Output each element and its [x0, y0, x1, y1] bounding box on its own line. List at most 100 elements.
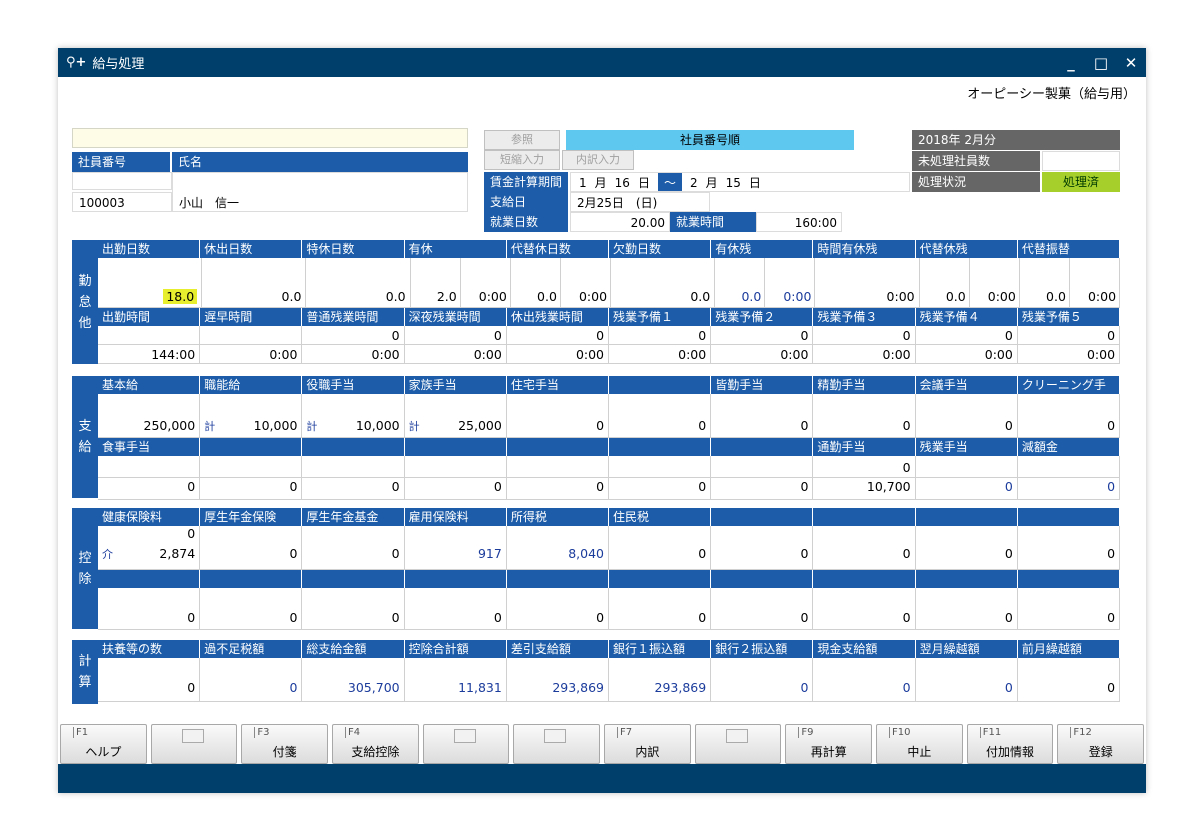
- short-input-button[interactable]: 短縮入力: [484, 150, 560, 170]
- value-cell[interactable]: 144:00: [98, 345, 201, 364]
- value-cell[interactable]: 0: [915, 658, 1018, 702]
- maximize-button[interactable]: □: [1086, 54, 1116, 72]
- value-cell[interactable]: 0: [1017, 588, 1121, 630]
- value-cell[interactable]: 0: [813, 456, 916, 478]
- value-cell[interactable]: 0: [506, 588, 610, 630]
- value-cell[interactable]: 0: [404, 326, 507, 345]
- value-cell[interactable]: 2,874 介 0: [98, 526, 201, 570]
- value-cell[interactable]: 0: [302, 526, 405, 570]
- value-cell[interactable]: 0:00: [1017, 345, 1121, 364]
- fkey-button-blank[interactable]: [422, 724, 510, 764]
- value-cell[interactable]: 0: [1017, 526, 1121, 570]
- value-cell[interactable]: 0: [98, 588, 201, 630]
- value-cell[interactable]: [609, 456, 712, 478]
- value-cell[interactable]: 0:00: [506, 345, 610, 364]
- value-cell[interactable]: 0:00: [200, 345, 303, 364]
- value-cell[interactable]: 0.0 0:00: [1019, 258, 1121, 308]
- value-cell[interactable]: 0: [1017, 394, 1121, 438]
- value-cell[interactable]: 0:00: [609, 345, 712, 364]
- value-cell[interactable]: 0.0: [202, 258, 307, 308]
- minimize-button[interactable]: _: [1056, 54, 1086, 72]
- value-cell[interactable]: [404, 456, 507, 478]
- work-days-value[interactable]: 20.00: [570, 212, 670, 232]
- value-cell[interactable]: 0: [609, 326, 712, 345]
- value-cell[interactable]: 0: [915, 326, 1018, 345]
- value-cell[interactable]: [98, 326, 201, 345]
- value-cell[interactable]: 0: [98, 658, 201, 702]
- work-hours-value[interactable]: 160:00: [756, 212, 842, 232]
- value-cell[interactable]: 0:00: [302, 345, 405, 364]
- value-cell[interactable]: 10,000 計: [302, 394, 405, 438]
- value-cell[interactable]: [1017, 456, 1121, 478]
- value-cell[interactable]: 8,040: [506, 526, 610, 570]
- value-cell[interactable]: 293,869: [609, 658, 712, 702]
- value-cell[interactable]: 0: [915, 478, 1018, 500]
- value-cell[interactable]: 0: [711, 326, 814, 345]
- value-cell[interactable]: 250,000: [98, 394, 201, 438]
- pay-date-value[interactable]: 2月25日 (日): [570, 192, 710, 212]
- detail-input-button[interactable]: 内訳入力: [562, 150, 634, 170]
- value-cell[interactable]: 0: [404, 588, 507, 630]
- value-cell[interactable]: 0.0 0:00: [715, 258, 816, 308]
- value-cell[interactable]: 0: [302, 478, 405, 500]
- value-cell[interactable]: 293,869: [506, 658, 610, 702]
- value-cell[interactable]: 0: [813, 394, 916, 438]
- value-cell[interactable]: [915, 456, 1018, 478]
- value-cell[interactable]: 0: [200, 478, 303, 500]
- fkey-button-f12[interactable]: F12 登録: [1057, 724, 1145, 764]
- value-cell[interactable]: [506, 456, 610, 478]
- value-cell[interactable]: 0: [404, 478, 507, 500]
- value-cell[interactable]: 0.0 0:00: [510, 258, 612, 308]
- value-cell[interactable]: 0: [1017, 478, 1121, 500]
- value-cell[interactable]: 0:00: [915, 345, 1018, 364]
- value-cell[interactable]: 10,700: [813, 478, 916, 500]
- fkey-button-f9[interactable]: F9 再計算: [785, 724, 873, 764]
- value-cell[interactable]: 0: [711, 588, 814, 630]
- value-cell[interactable]: [200, 326, 303, 345]
- value-cell[interactable]: 0:00: [404, 345, 507, 364]
- value-cell[interactable]: 0:00: [711, 345, 814, 364]
- value-cell[interactable]: 0: [609, 478, 712, 500]
- value-cell[interactable]: 0: [813, 326, 916, 345]
- fkey-button-blank[interactable]: [150, 724, 238, 764]
- value-cell[interactable]: 0: [1017, 658, 1121, 702]
- sort-order[interactable]: 社員番号順: [566, 130, 854, 150]
- value-cell[interactable]: 0: [1017, 326, 1121, 345]
- value-cell[interactable]: [302, 456, 405, 478]
- value-cell[interactable]: 0: [813, 588, 916, 630]
- emp-no-search[interactable]: [72, 172, 172, 190]
- value-cell[interactable]: 2.0 0:00: [410, 258, 511, 308]
- value-cell[interactable]: 11,831: [404, 658, 507, 702]
- value-cell[interactable]: 0: [506, 478, 610, 500]
- value-cell[interactable]: 10,000 計: [200, 394, 303, 438]
- value-cell[interactable]: 0: [711, 394, 814, 438]
- value-cell[interactable]: 0: [609, 588, 712, 630]
- ref-button[interactable]: 参照: [484, 130, 560, 150]
- fkey-button-f11[interactable]: F11 付加情報: [966, 724, 1054, 764]
- value-cell[interactable]: 0.0: [611, 258, 716, 308]
- value-cell[interactable]: 0: [915, 394, 1018, 438]
- value-cell[interactable]: 0: [506, 326, 610, 345]
- fkey-button-f10[interactable]: F10 中止: [876, 724, 963, 764]
- period-value[interactable]: 1 月 16 日 ～ 2 月 15 日: [570, 172, 910, 192]
- value-cell[interactable]: 0: [813, 526, 916, 570]
- value-cell[interactable]: 0:00: [815, 258, 920, 308]
- value-cell[interactable]: 0: [813, 658, 916, 702]
- value-cell[interactable]: 0: [200, 658, 303, 702]
- fkey-button-blank[interactable]: [694, 724, 782, 764]
- value-cell[interactable]: 0: [200, 588, 303, 630]
- value-cell[interactable]: 0: [302, 588, 405, 630]
- value-cell[interactable]: 25,000 計: [404, 394, 507, 438]
- value-cell[interactable]: 0: [609, 394, 712, 438]
- fkey-button-f1[interactable]: F1 ヘルプ: [60, 724, 147, 764]
- fkey-button-blank[interactable]: [513, 724, 601, 764]
- value-cell[interactable]: 0: [915, 526, 1018, 570]
- fkey-button-f4[interactable]: F4 支給控除: [332, 724, 419, 764]
- value-cell[interactable]: 18.0: [98, 258, 203, 308]
- value-cell[interactable]: [200, 456, 303, 478]
- value-cell[interactable]: 0.0: [306, 258, 411, 308]
- value-cell[interactable]: 0:00: [813, 345, 916, 364]
- value-cell[interactable]: 0: [915, 588, 1018, 630]
- value-cell[interactable]: 0: [711, 658, 814, 702]
- value-cell[interactable]: 0: [302, 326, 405, 345]
